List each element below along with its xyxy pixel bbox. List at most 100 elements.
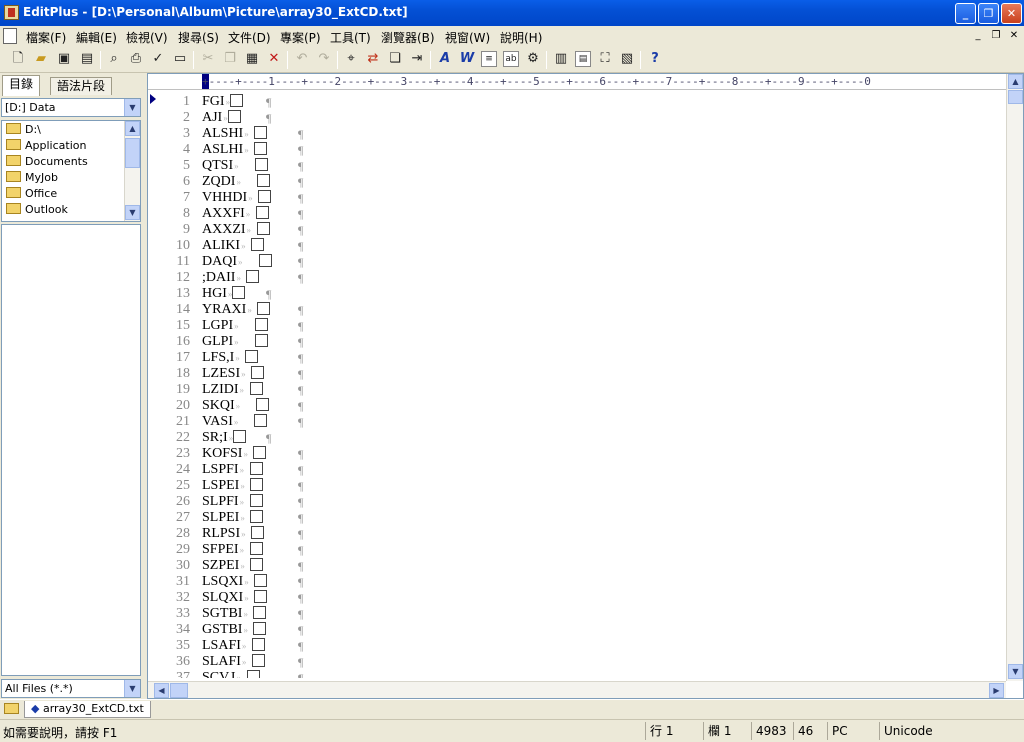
text-line[interactable]: 27 SLPEI» ¶ (148, 510, 1006, 526)
text-line[interactable]: 30 SZPEI» ¶ (148, 558, 1006, 574)
tree-item-outlook[interactable]: Outlook (6, 202, 68, 218)
save-all-icon[interactable]: ▤ (79, 51, 95, 67)
menu-search[interactable]: 搜尋(S) (178, 29, 219, 46)
text-line[interactable]: 10 ALIKI» ¶ (148, 238, 1006, 254)
redo-icon[interactable]: ↷ (316, 51, 332, 67)
text-line[interactable]: 14 YRAXI» ¶ (148, 302, 1006, 318)
replace-icon[interactable]: ⇄ (365, 51, 381, 67)
text-line[interactable]: 24 LSPFI» ¶ (148, 462, 1006, 478)
text-line[interactable]: 8 AXXFI» ¶ (148, 206, 1006, 222)
print-preview-icon[interactable]: ⌕ (106, 51, 122, 67)
text-line[interactable]: 22 SR;I» ¶ (148, 430, 1006, 446)
delete-icon[interactable]: ✕ (266, 51, 282, 67)
menu-help[interactable]: 說明(H) (500, 29, 542, 46)
column-select-icon[interactable]: ab (503, 51, 519, 67)
open-folder-icon[interactable]: ▰ (33, 51, 49, 67)
text-line[interactable]: 1 FGI» ¶ (148, 94, 1006, 110)
text-line[interactable]: 15 LGPI» ¶ (148, 318, 1006, 334)
print-icon[interactable]: ⎙ (128, 51, 144, 67)
text-line[interactable]: 34 GSTBI» ¶ (148, 622, 1006, 638)
text-line[interactable]: 29 SFPEI» ¶ (148, 542, 1006, 558)
editplus-app-icon[interactable] (4, 5, 19, 20)
text-line[interactable]: 11 DAQI» ¶ (148, 254, 1006, 270)
scroll-up-icon[interactable]: ▲ (1008, 74, 1023, 89)
text-line[interactable]: 2 AJI» ¶ (148, 110, 1006, 126)
tree-item-office[interactable]: Office (6, 186, 57, 202)
cut-icon[interactable]: ✂ (200, 51, 216, 67)
tree-item-documents[interactable]: Documents (6, 154, 88, 170)
scroll-right-icon[interactable]: ▶ (989, 683, 1004, 698)
text-line[interactable]: 36 SLAFI» ¶ (148, 654, 1006, 670)
text-line[interactable]: 18 LZESI» ¶ (148, 366, 1006, 382)
text-line[interactable]: 31 LSQXI» ¶ (148, 574, 1006, 590)
text-line[interactable]: 12 ;DAII» ¶ (148, 270, 1006, 286)
text-line[interactable]: 17 LFS,I» ¶ (148, 350, 1006, 366)
tree-scrollbar[interactable]: ▲ ▼ (124, 121, 140, 221)
save-icon[interactable]: ▣ (56, 51, 72, 67)
text-line[interactable]: 35 LSAFI» ¶ (148, 638, 1006, 654)
text-line[interactable]: 9 AXXZI» ¶ (148, 222, 1006, 238)
tab-directory[interactable]: 目錄 (2, 75, 41, 96)
scroll-left-icon[interactable]: ◀ (154, 683, 169, 698)
output-window-icon[interactable]: ▤ (575, 51, 591, 67)
editor-pane[interactable]: +----+----1----+----2----+----3----+----… (147, 73, 1024, 699)
text-line[interactable]: 7 VHHDI» ¶ (148, 190, 1006, 206)
full-screen-icon[interactable]: ⛶ (597, 51, 613, 67)
text-line[interactable]: 37 SCV,I» ¶ (148, 670, 1006, 678)
text-line[interactable]: 5 QTSI» ¶ (148, 158, 1006, 174)
menu-tools[interactable]: 工具(T) (330, 29, 371, 46)
text-line[interactable]: 16 GLPI» ¶ (148, 334, 1006, 350)
chevron-down-icon[interactable]: ▼ (124, 680, 140, 697)
paste-icon[interactable]: ▦ (244, 51, 260, 67)
go-to-line-icon[interactable]: ⇥ (409, 51, 425, 67)
tree-item-application[interactable]: Application (6, 138, 86, 154)
menu-file[interactable]: 檔案(F) (26, 29, 66, 46)
scroll-up-icon[interactable]: ▲ (125, 121, 140, 136)
menu-browser[interactable]: 瀏覽器(B) (381, 29, 435, 46)
drive-select[interactable]: [D:] Data ▼ (1, 98, 141, 117)
document-icon[interactable] (3, 28, 17, 44)
text-line[interactable]: 33 SGTBI» ¶ (148, 606, 1006, 622)
find-in-files-icon[interactable]: ❏ (387, 51, 403, 67)
menu-view[interactable]: 檢視(V) (126, 29, 168, 46)
file-list[interactable] (1, 224, 141, 676)
mdi-close-button[interactable]: ✕ (1006, 29, 1022, 43)
text-line[interactable]: 13 HGI» ¶ (148, 286, 1006, 302)
text-line[interactable]: 6 ZQDI» ¶ (148, 174, 1006, 190)
menu-document[interactable]: 文件(D) (228, 29, 271, 46)
close-button[interactable]: ✕ (1001, 3, 1022, 24)
menu-edit[interactable]: 編輯(E) (76, 29, 117, 46)
chevron-down-icon[interactable]: ▼ (124, 99, 140, 116)
file-filter-select[interactable]: All Files (*.*) ▼ (1, 679, 141, 698)
maximize-button[interactable]: ❐ (978, 3, 999, 24)
help-icon[interactable]: ? (647, 51, 663, 67)
tab-cliptext[interactable]: 語法片段 (50, 77, 113, 95)
menu-project[interactable]: 專案(P) (280, 29, 321, 46)
text-line[interactable]: 4 ASLHI» ¶ (148, 142, 1006, 158)
text-line[interactable]: 25 LSPEI» ¶ (148, 478, 1006, 494)
left-panel-icon[interactable]: ▥ (553, 51, 569, 67)
scroll-thumb[interactable] (125, 138, 140, 168)
text-line[interactable]: 3 ALSHI» ¶ (148, 126, 1006, 142)
function-list-icon[interactable]: ▧ (619, 51, 635, 67)
new-file-icon[interactable]: 🗋 (10, 51, 26, 67)
text-line[interactable]: 28 RLPSI» ¶ (148, 526, 1006, 542)
text-line[interactable]: 19 LZIDI» ¶ (148, 382, 1006, 398)
tree-item-myjob[interactable]: MyJob (6, 170, 58, 186)
line-wrap-icon[interactable]: ≡ (481, 51, 497, 67)
scroll-down-icon[interactable]: ▼ (1008, 664, 1023, 679)
text-line[interactable]: 26 SLPFI» ¶ (148, 494, 1006, 510)
mdi-minimize-button[interactable]: _ (970, 29, 986, 43)
mdi-restore-button[interactable]: ❐ (988, 29, 1004, 43)
scroll-thumb[interactable] (170, 683, 188, 698)
spell-check-icon[interactable]: ✓ (150, 51, 166, 67)
editor-vertical-scrollbar[interactable]: ▲ ▼ (1006, 74, 1023, 681)
text-line[interactable]: 20 SKQI» ¶ (148, 398, 1006, 414)
copy-icon[interactable]: ❐ (222, 51, 238, 67)
undo-icon[interactable]: ↶ (294, 51, 310, 67)
text-area[interactable]: 1 FGI» ¶ 2 AJI» ¶ 3 ALSHI» ¶ 4 ASLHI» ¶ 5 QTSI» ¶ 6 ZQDI… (148, 92, 1006, 678)
text-line[interactable]: 23 KOFSI» ¶ (148, 446, 1006, 462)
text-line[interactable]: 21 VASI» ¶ (148, 414, 1006, 430)
document-tab[interactable]: ◆ array30_ExtCD.txt (24, 701, 151, 718)
word-wrap-icon[interactable]: W (459, 51, 475, 67)
